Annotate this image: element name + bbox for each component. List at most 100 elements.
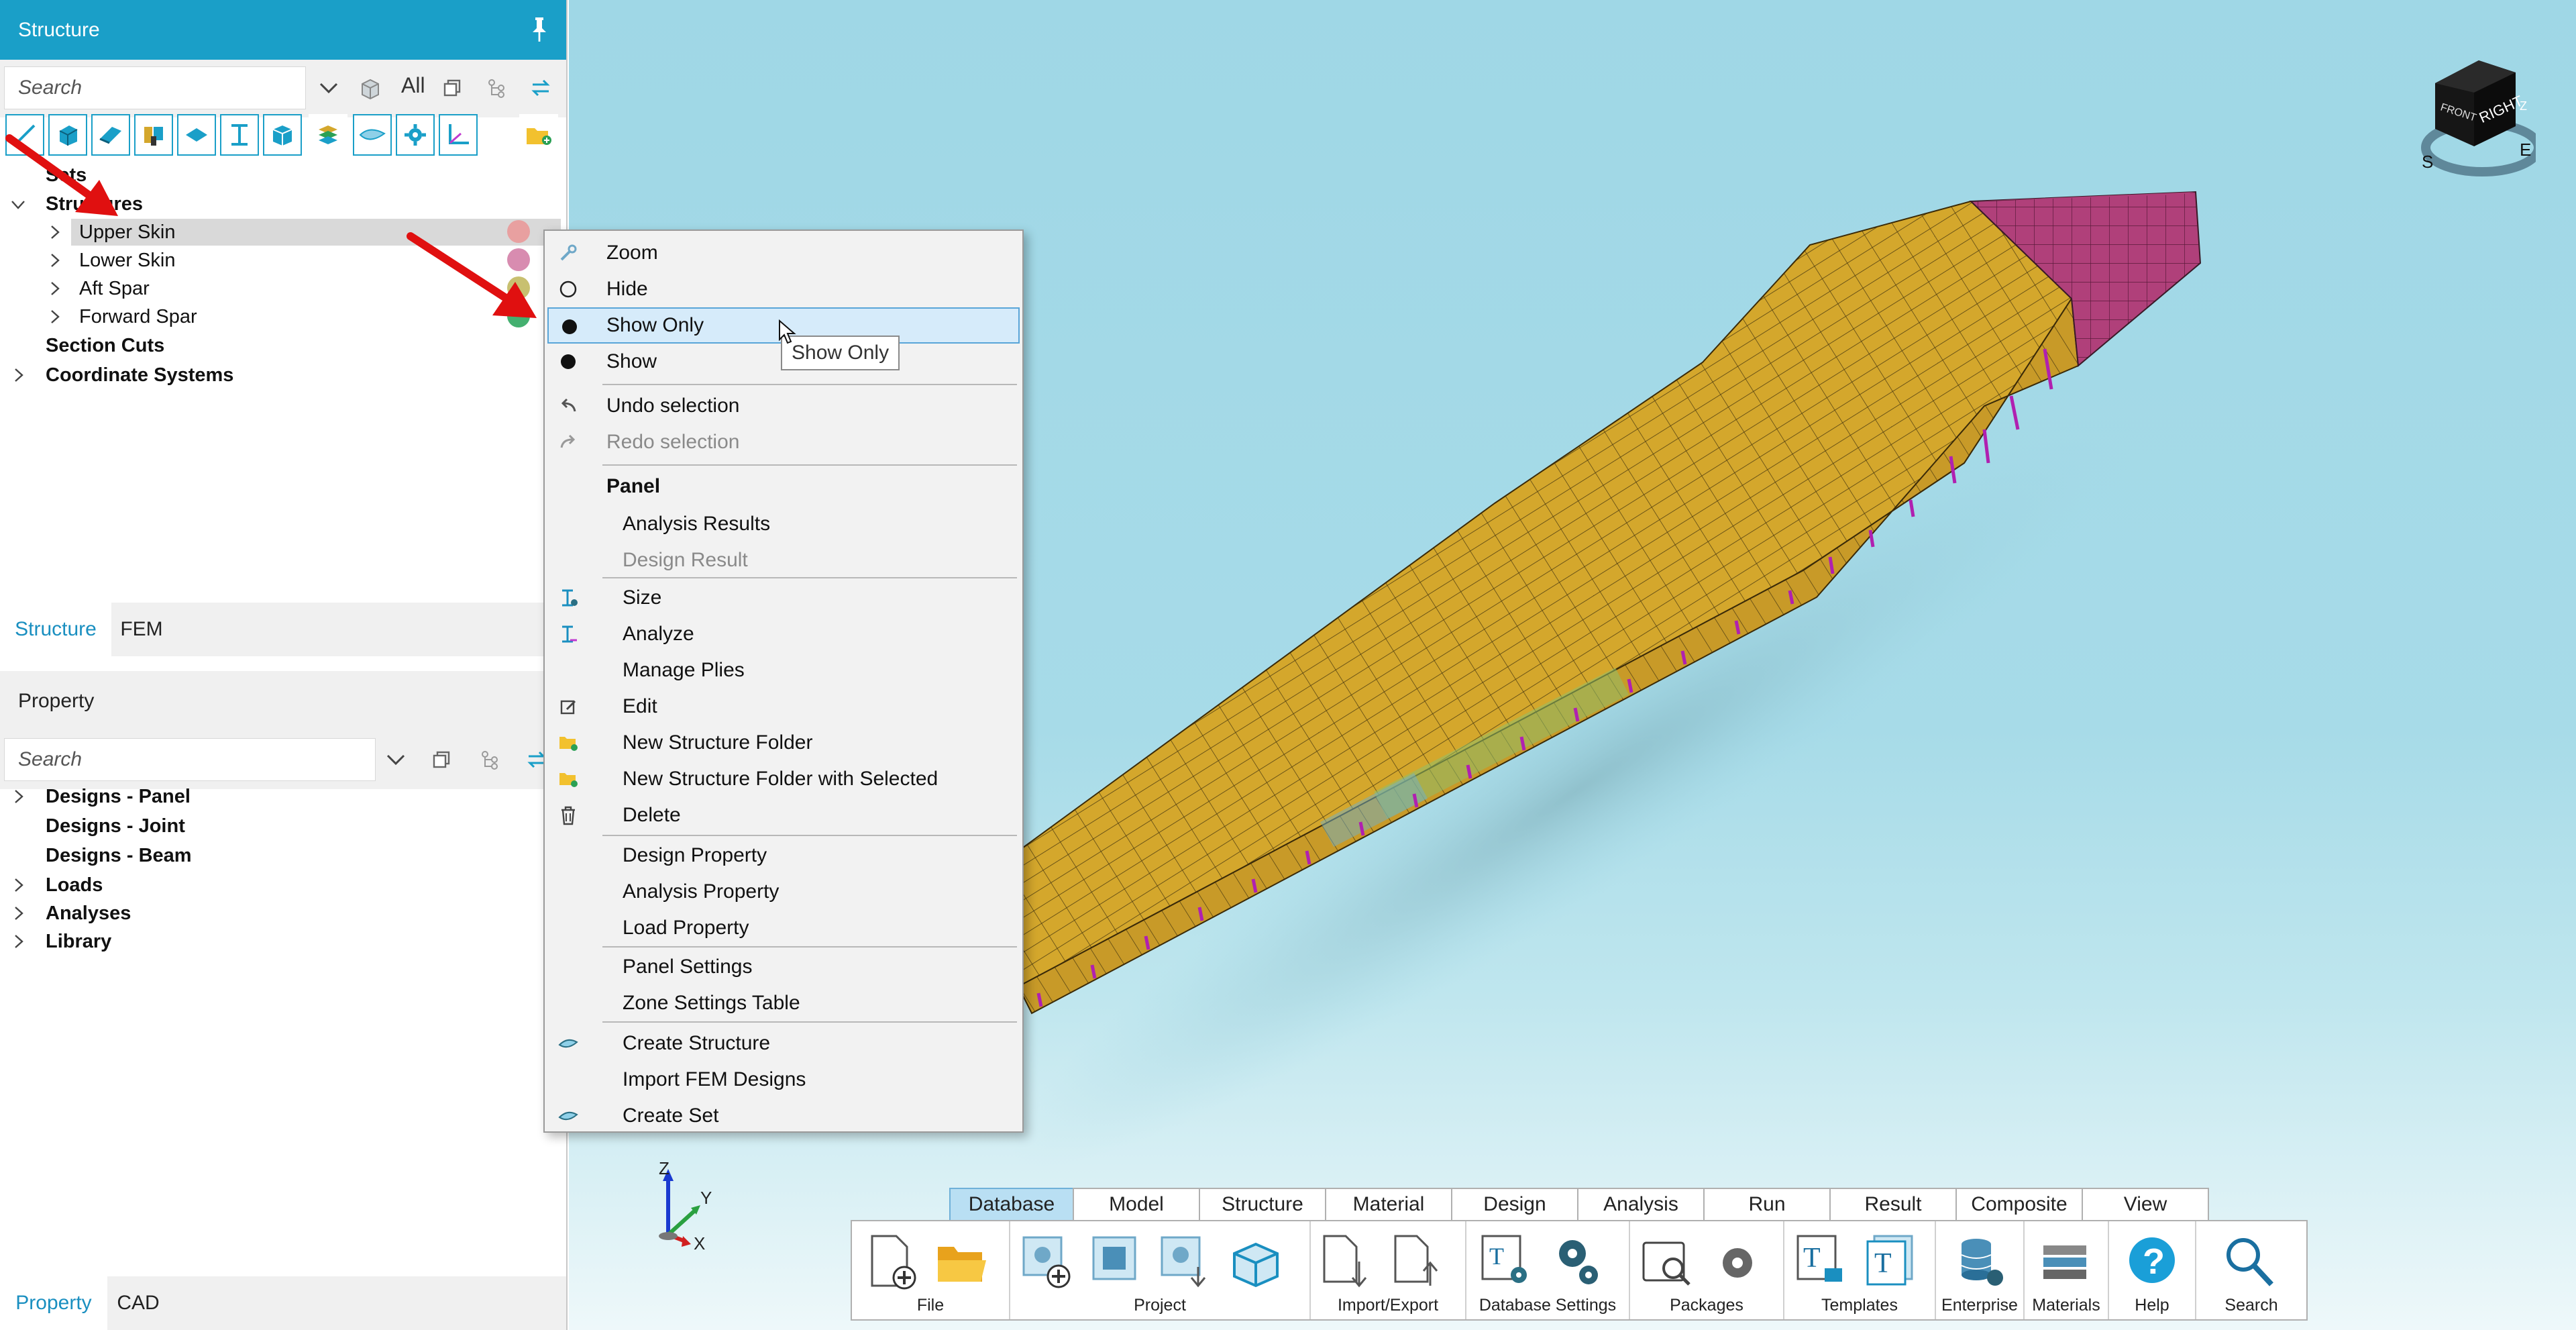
chevron-right-icon[interactable] (9, 933, 27, 950)
tab-structure[interactable]: Structure (0, 603, 111, 656)
menu-separator (602, 577, 1017, 578)
ribbon-group-database-settings-label: Database Settings (1479, 1296, 1617, 1315)
tab-fem[interactable]: FEM (111, 603, 172, 656)
property-panel-header: Property (0, 671, 566, 731)
ribbon-tabbar: Database Model Structure Material Design… (949, 1188, 2209, 1220)
tooltip: Show Only (781, 336, 900, 370)
database-icon[interactable] (1953, 1233, 2007, 1291)
ribbon-tab-model[interactable]: Model (1073, 1188, 1200, 1220)
menu-item-load-property[interactable]: Load Property (545, 910, 1022, 946)
ribbon-group-enterprise-label: Enterprise (1941, 1296, 2018, 1315)
menu-item-redo-selection[interactable]: Redo selection (545, 424, 1022, 460)
menu-item-analyze[interactable]: Analyze (545, 616, 1022, 652)
chevron-right-icon[interactable] (9, 876, 27, 894)
tab-cad[interactable]: CAD (107, 1276, 169, 1330)
package-search-icon[interactable] (1641, 1233, 1695, 1291)
import-file-icon[interactable] (1319, 1233, 1373, 1291)
menu-item-delete[interactable]: Delete (545, 797, 1022, 833)
import-project-icon[interactable] (1158, 1233, 1212, 1291)
template-settings-icon[interactable]: T (1480, 1233, 1534, 1291)
tree-item-library[interactable]: Library (46, 927, 111, 956)
tree-item-analyses[interactable]: Analyses (46, 899, 131, 927)
view-cube[interactable]: FRONT RIGHT Z S E (2415, 40, 2536, 181)
ribbon-tab-run[interactable]: Run (1703, 1188, 1831, 1220)
create-set-icon (557, 1105, 580, 1127)
ribbon-tab-database[interactable]: Database (949, 1188, 1074, 1220)
tree-item-designs-panel[interactable]: Designs - Panel (46, 782, 191, 811)
tree-item-designs-beam[interactable]: Designs - Beam (46, 841, 192, 870)
collapse-all-icon[interactable] (427, 744, 456, 776)
svg-text:T: T (1489, 1243, 1504, 1270)
menu-item-size[interactable]: Size (545, 580, 1022, 616)
ribbon-group-file: File (852, 1221, 1010, 1319)
ribbon-tab-material[interactable]: Material (1325, 1188, 1452, 1220)
ribbon-group-search-label: Search (2224, 1296, 2278, 1315)
ribbon-tab-composite[interactable]: Composite (1955, 1188, 2083, 1220)
menu-separator (602, 384, 1017, 385)
ribbon-group-templates: T T Templates (1784, 1221, 1936, 1319)
export-file-icon[interactable] (1390, 1233, 1444, 1291)
search-icon[interactable] (2222, 1233, 2275, 1291)
ribbon-group-help: ? Help (2109, 1221, 2196, 1319)
menu-item-create-set[interactable]: Create Set (545, 1098, 1022, 1134)
menu-item-undo-selection[interactable]: Undo selection (545, 388, 1022, 424)
analyze-icon (557, 623, 580, 646)
menu-item-analysis-property[interactable]: Analysis Property (545, 874, 1022, 910)
ribbon: File Project Import/Export T Database Se… (851, 1220, 2308, 1321)
ribbon-tab-design[interactable]: Design (1451, 1188, 1578, 1220)
menu-item-design-property[interactable]: Design Property (545, 837, 1022, 874)
ribbon-group-help-label: Help (2135, 1296, 2169, 1315)
tree-item-designs-joint[interactable]: Designs - Joint (46, 812, 185, 840)
red-arrow-icon (407, 232, 537, 318)
tree-item-coordinate-systems[interactable]: Coordinate Systems (46, 361, 233, 389)
menu-header-panel: Panel (606, 475, 661, 497)
axis-triad: Z Y X (659, 1161, 712, 1254)
menu-item-panel-settings[interactable]: Panel Settings (545, 949, 1022, 985)
property-search-input[interactable] (4, 738, 376, 781)
ribbon-group-import-export: Import/Export (1311, 1221, 1466, 1319)
chevron-right-icon[interactable] (9, 366, 27, 384)
tree-item-loads[interactable]: Loads (46, 871, 103, 899)
ribbon-tab-view[interactable]: View (2082, 1188, 2209, 1220)
new-project-icon[interactable] (1020, 1233, 1073, 1291)
ribbon-group-import-export-label: Import/Export (1337, 1296, 1439, 1315)
menu-item-create-structure[interactable]: Create Structure (545, 1025, 1022, 1062)
tab-property[interactable]: Property (0, 1276, 107, 1330)
template-stack-icon[interactable]: T (1864, 1233, 1917, 1291)
filled-circle-icon (557, 350, 580, 373)
menu-item-analysis-results[interactable]: Analysis Results (545, 506, 1022, 542)
chevron-right-icon[interactable] (9, 905, 27, 922)
compass-s-label[interactable]: S (2422, 152, 2433, 172)
ribbon-tab-structure[interactable]: Structure (1199, 1188, 1326, 1220)
help-icon[interactable]: ? (2125, 1233, 2179, 1291)
settings-gears-icon[interactable] (1550, 1233, 1603, 1291)
chevron-right-icon[interactable] (9, 788, 27, 805)
chevron-down-icon[interactable] (381, 744, 411, 776)
property-search-bar (0, 731, 566, 789)
ribbon-tab-result[interactable]: Result (1829, 1188, 1957, 1220)
template-icon[interactable]: T (1795, 1233, 1849, 1291)
menu-item-manage-plies[interactable]: Manage Plies (545, 652, 1022, 688)
menu-item-design-result[interactable]: Design Result (545, 542, 1022, 578)
menu-separator (602, 464, 1017, 466)
undo-icon (557, 395, 580, 417)
ribbon-tab-analysis[interactable]: Analysis (1577, 1188, 1705, 1220)
compass-e-label[interactable]: E (2520, 140, 2531, 160)
package-box-icon[interactable] (1229, 1233, 1283, 1291)
menu-item-new-structure-folder-with-selected[interactable]: New Structure Folder with Selected (545, 761, 1022, 797)
tree-hierarchy-icon[interactable] (475, 744, 504, 776)
ribbon-group-search: Search (2196, 1221, 2306, 1319)
materials-icon[interactable] (2039, 1233, 2093, 1291)
new-file-icon[interactable] (865, 1233, 919, 1291)
open-folder-icon[interactable] (935, 1233, 989, 1291)
menu-item-edit[interactable]: Edit (545, 688, 1022, 725)
ribbon-group-project-label: Project (1134, 1296, 1186, 1315)
project-frame-icon[interactable] (1089, 1233, 1143, 1291)
menu-item-new-structure-folder[interactable]: New Structure Folder (545, 725, 1022, 761)
menu-separator (602, 946, 1017, 948)
menu-item-import-fem-designs[interactable]: Import FEM Designs (545, 1062, 1022, 1098)
menu-item-zoom[interactable]: Zoom (545, 235, 1022, 271)
package-settings-icon[interactable] (1711, 1233, 1764, 1291)
menu-item-hide[interactable]: Hide (545, 271, 1022, 307)
menu-item-zone-settings-table[interactable]: Zone Settings Table (545, 985, 1022, 1021)
